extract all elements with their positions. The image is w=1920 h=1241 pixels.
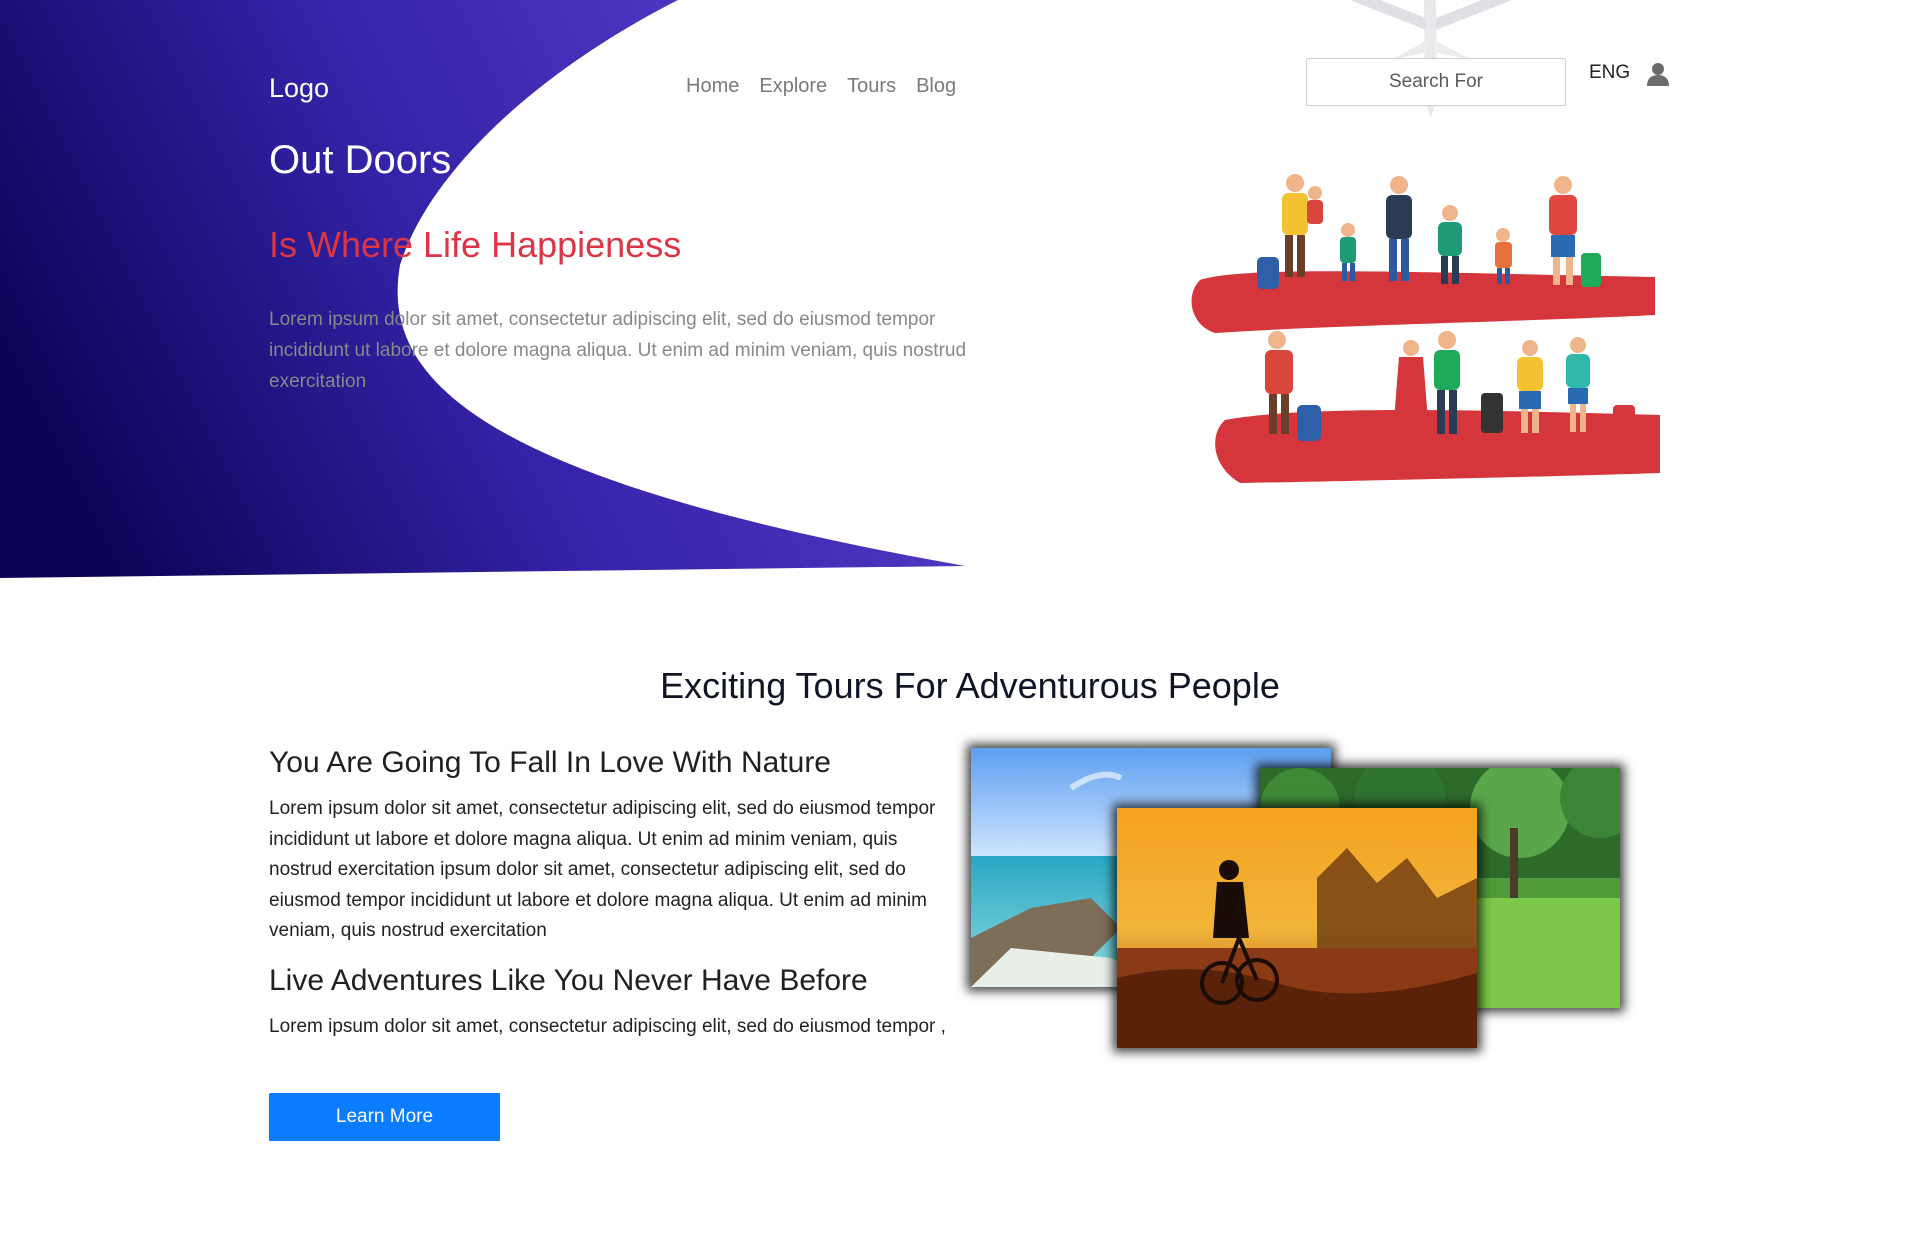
nav-explore[interactable]: Explore — [759, 75, 827, 98]
language-selector[interactable]: ENG — [1589, 62, 1630, 84]
nav-home[interactable]: Home — [686, 75, 739, 98]
user-icon[interactable] — [1647, 62, 1669, 86]
logo[interactable]: Logo — [269, 73, 329, 104]
cyclist-sunset-photo — [1117, 808, 1477, 1048]
section-heading-nature: You Are Going To Fall In Love With Natur… — [269, 746, 831, 779]
learn-more-button[interactable]: Learn More — [269, 1093, 500, 1141]
nav-blog[interactable]: Blog — [916, 75, 956, 98]
section-paragraph-adventures: Lorem ipsum dolor sit amet, consectetur … — [269, 1016, 946, 1037]
hero-title: Out Doors — [269, 138, 452, 182]
travelers-illustration — [1191, 174, 1660, 483]
section-paragraph-nature: Lorem ipsum dolor sit amet, consectetur … — [269, 798, 936, 941]
hero-text: Lorem ipsum dolor sit amet, consectetur … — [269, 309, 967, 392]
search-input[interactable] — [1306, 58, 1566, 106]
main-nav: Home Explore Tours Blog — [686, 75, 956, 98]
hero-subtitle: Is Where Life Happieness — [269, 224, 682, 265]
section-heading-adventures: Live Adventures Like You Never Have Befo… — [269, 964, 868, 997]
section-title: Exciting Tours For Adventurous People — [660, 665, 1280, 706]
nav-tours[interactable]: Tours — [847, 75, 896, 98]
